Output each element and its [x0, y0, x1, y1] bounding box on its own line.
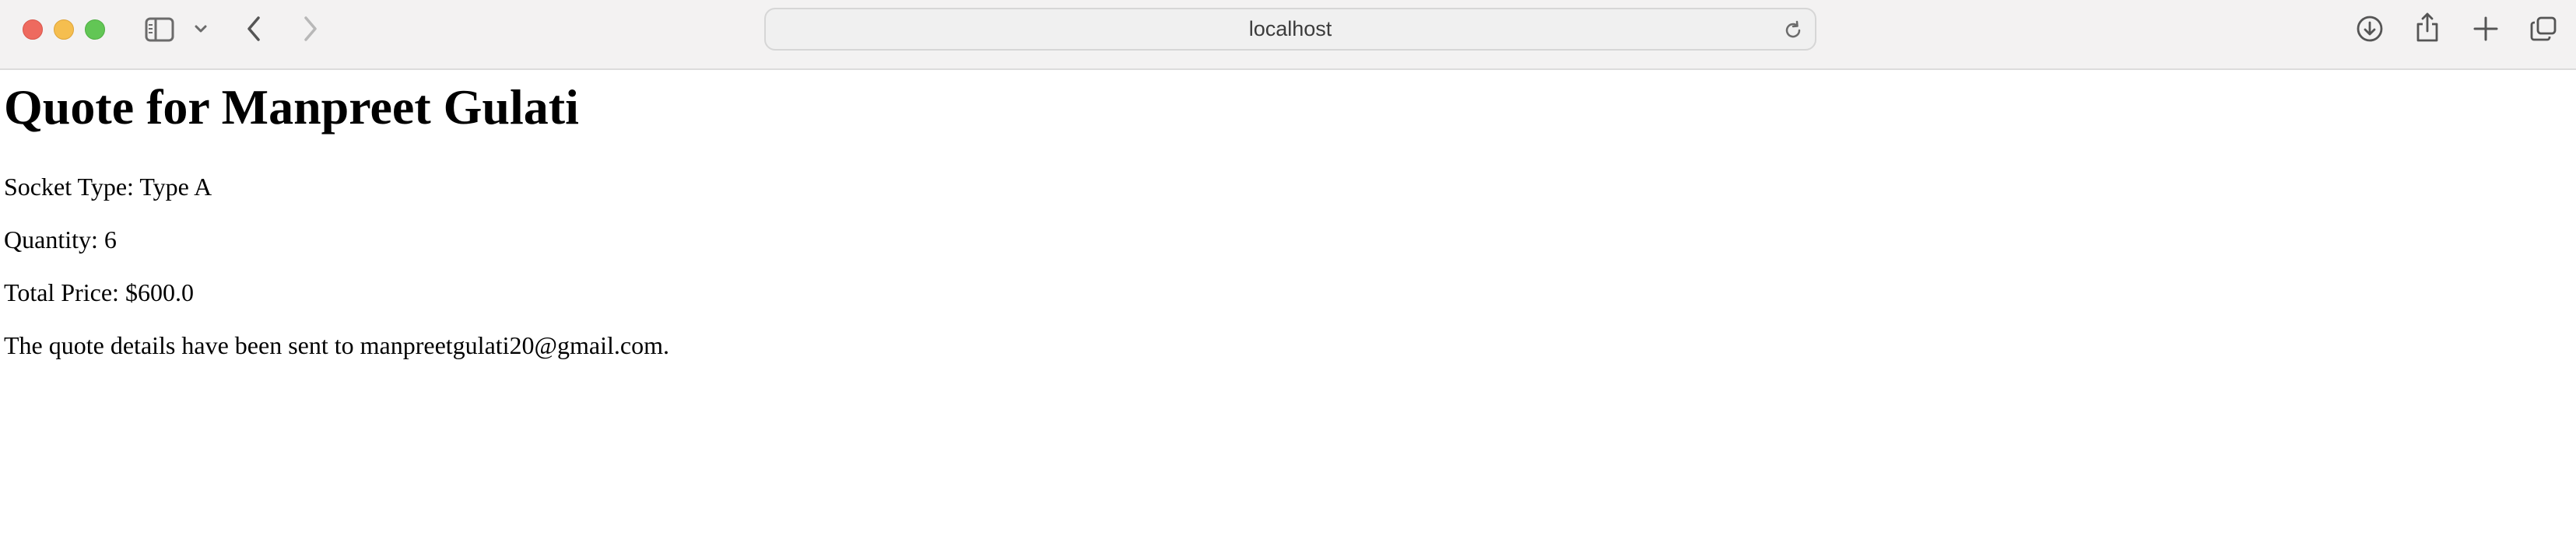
confirmation-message: The quote details have been sent to manp…: [4, 331, 669, 359]
plus-icon[interactable]: [2472, 16, 2499, 42]
download-icon[interactable]: [2356, 15, 2384, 43]
chevron-right-icon[interactable]: [302, 16, 319, 42]
socket-type-text: Socket Type: Type A: [4, 173, 212, 201]
minimize-window-button[interactable]: [54, 19, 74, 40]
close-window-button[interactable]: [23, 19, 43, 40]
chevron-down-icon[interactable]: [194, 24, 208, 33]
quantity-text: Quantity: 6: [4, 226, 117, 254]
chevron-left-icon[interactable]: [245, 16, 262, 42]
share-icon[interactable]: [2415, 12, 2440, 43]
address-text: localhost: [1248, 17, 1332, 40]
address-bar[interactable]: localhost: [764, 8, 1816, 51]
sidebar-icon[interactable]: [145, 17, 174, 42]
browser-toolbar: localhost: [0, 0, 2576, 70]
total-price-text: Total Price: $600.0: [4, 278, 194, 306]
page-title: Quote for Manpreet Gulati: [4, 79, 579, 135]
tabs-overview-icon[interactable]: [2529, 16, 2557, 42]
reload-icon[interactable]: [1782, 19, 1804, 41]
zoom-window-button[interactable]: [85, 19, 105, 40]
